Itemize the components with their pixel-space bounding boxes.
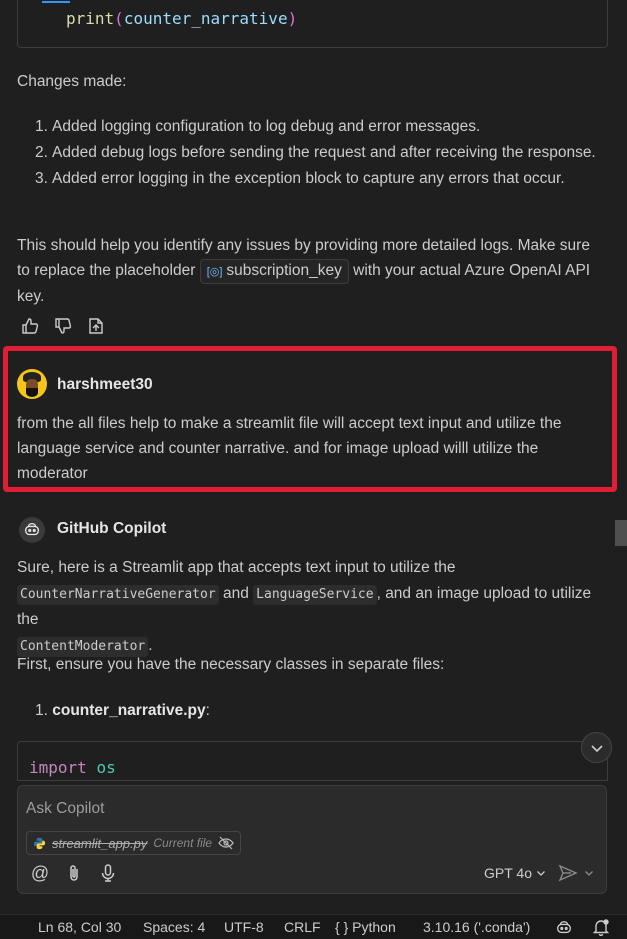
variable-icon: [◎] bbox=[206, 266, 223, 278]
notification-bell-icon[interactable] bbox=[593, 919, 609, 936]
changes-heading: Changes made: bbox=[17, 73, 127, 90]
inline-code: LanguageService bbox=[253, 585, 377, 605]
encoding[interactable]: UTF-8 bbox=[224, 919, 264, 935]
microphone-icon[interactable] bbox=[98, 862, 118, 884]
copilot-intro: Sure, here is a Streamlit app that accep… bbox=[17, 555, 607, 659]
cursor-position[interactable]: Ln 68, Col 30 bbox=[38, 919, 121, 935]
scrollbar-thumb[interactable] bbox=[615, 520, 627, 546]
braces-icon: { } bbox=[335, 919, 349, 935]
feedback-actions bbox=[20, 315, 106, 337]
mention-icon[interactable]: @ bbox=[30, 862, 50, 884]
chevron-down-icon bbox=[536, 871, 545, 876]
current-file-chip[interactable]: streamlit_app.py Current file bbox=[26, 831, 242, 855]
thumbs-up-icon[interactable] bbox=[20, 315, 40, 337]
list-item: 3. Added error logging in the exception b… bbox=[35, 170, 565, 187]
attach-icon[interactable] bbox=[64, 862, 84, 884]
code-line-import: import os bbox=[29, 758, 116, 777]
user-name: harshmeet30 bbox=[57, 376, 153, 393]
indentation[interactable]: Spaces: 4 bbox=[143, 919, 205, 935]
symbol-chip[interactable]: [◎] subscription_key bbox=[199, 259, 349, 284]
insert-into-new-file-icon[interactable] bbox=[86, 315, 106, 337]
code-block-top: print(counter_narrative) bbox=[17, 0, 608, 48]
chevron-down-icon bbox=[590, 744, 603, 752]
chevron-down-icon[interactable] bbox=[584, 868, 594, 878]
avatar bbox=[17, 369, 47, 399]
scroll-to-bottom-button[interactable] bbox=[581, 732, 612, 763]
chat-input-box[interactable]: Ask Copilot streamlit_app.py Current fil… bbox=[17, 785, 607, 894]
code-tab-indicator bbox=[42, 1, 70, 3]
copilot-icon bbox=[19, 517, 45, 543]
code-block-bottom: import os bbox=[17, 741, 608, 781]
copilot-status-icon[interactable] bbox=[555, 920, 573, 936]
copilot-name: GitHub Copilot bbox=[57, 520, 167, 537]
ensure-text: First, ensure you have the necessary cla… bbox=[17, 656, 445, 673]
code-line-print: print(counter_narrative) bbox=[66, 9, 298, 28]
line-ending[interactable]: CRLF bbox=[284, 919, 321, 935]
send-controls bbox=[558, 864, 594, 882]
status-bar: Ln 68, Col 30 Spaces: 4 UTF-8 CRLF { } P… bbox=[0, 914, 627, 939]
file-list-item: 1. counter_narrative.py: bbox=[35, 702, 210, 719]
language-mode[interactable]: { } Python bbox=[335, 919, 396, 935]
chat-input-placeholder[interactable]: Ask Copilot bbox=[26, 800, 104, 818]
model-picker[interactable]: GPT 4o bbox=[484, 865, 546, 881]
thumbs-down-icon[interactable] bbox=[53, 315, 73, 337]
inline-code: CounterNarrativeGenerator bbox=[17, 585, 219, 605]
send-icon[interactable] bbox=[558, 864, 578, 882]
eye-closed-icon[interactable] bbox=[218, 835, 234, 851]
python-interpreter[interactable]: 3.10.16 ('.conda') bbox=[423, 919, 530, 935]
python-icon bbox=[33, 837, 46, 849]
help-paragraph: This should help you identify any issues… bbox=[17, 237, 591, 305]
user-message-text: from the all files help to make a stream… bbox=[17, 415, 562, 482]
list-item: 1. Added logging configuration to log deb… bbox=[35, 118, 481, 135]
changes-list: 1. Added logging configuration to log deb… bbox=[17, 114, 607, 192]
input-toolbar: @ bbox=[30, 862, 118, 884]
list-item: 2. Added debug logs before sending the re… bbox=[35, 144, 596, 161]
